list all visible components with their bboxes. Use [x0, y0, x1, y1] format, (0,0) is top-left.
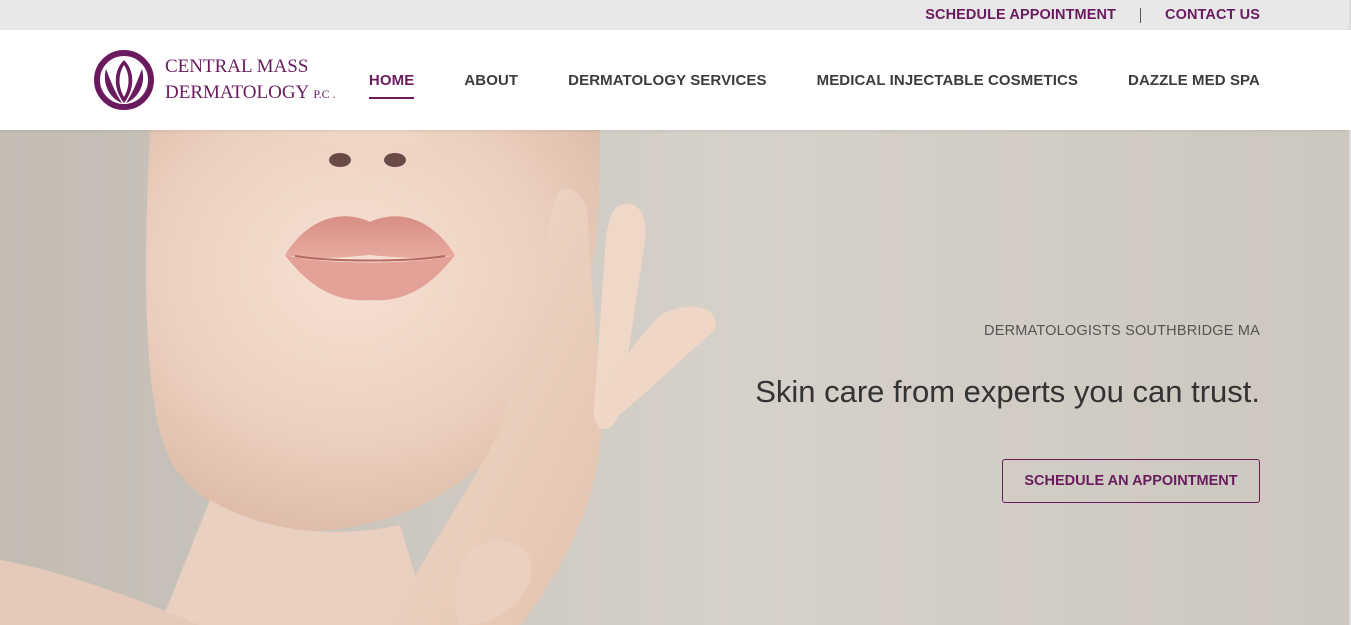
nav-item-medical-injectable-cosmetics[interactable]: MEDICAL INJECTABLE COSMETICS	[817, 72, 1078, 89]
hero-headline: Skin care from experts you can trust.	[755, 374, 1260, 409]
logo-line-2-text: DERMATOLOGY	[165, 81, 309, 103]
logo-wordmark: CENTRAL MASS DERMATOLOGY P.C .	[165, 54, 336, 107]
woman-face-photo	[0, 130, 716, 625]
logo-line-1: CENTRAL MASS	[165, 55, 309, 77]
utility-links: SCHEDULE APPOINTMENT CONTACT US	[925, 0, 1260, 30]
divider	[1140, 7, 1142, 23]
logo-suffix: P.C .	[313, 86, 336, 101]
lotus-icon	[94, 50, 154, 110]
schedule-appointment-button[interactable]: SCHEDULE AN APPOINTMENT	[1002, 459, 1260, 503]
schedule-appointment-link[interactable]: SCHEDULE APPOINTMENT	[925, 7, 1116, 23]
main-nav: HOME ABOUT DERMATOLOGY SERVICES MEDICAL …	[368, 30, 1260, 130]
nav-item-about[interactable]: ABOUT	[464, 72, 518, 89]
nav-item-home[interactable]: HOME	[368, 72, 415, 99]
logo-line-2: DERMATOLOGY P.C .	[165, 80, 336, 107]
hero-banner: DERMATOLOGISTS SOUTHBRIDGE MA Skin care …	[0, 130, 1351, 625]
logo[interactable]: CENTRAL MASS DERMATOLOGY P.C .	[92, 50, 336, 110]
nav-item-dermatology-services[interactable]: DERMATOLOGY SERVICES	[568, 72, 766, 89]
site-header: CENTRAL MASS DERMATOLOGY P.C . HOME ABOU…	[0, 30, 1351, 130]
nav-item-dazzle-med-spa[interactable]: DAZZLE MED SPA	[1128, 72, 1260, 89]
utility-bar: SCHEDULE APPOINTMENT CONTACT US	[0, 0, 1351, 30]
contact-us-link[interactable]: CONTACT US	[1165, 7, 1260, 23]
hero-subtitle: DERMATOLOGISTS SOUTHBRIDGE MA	[984, 323, 1260, 339]
